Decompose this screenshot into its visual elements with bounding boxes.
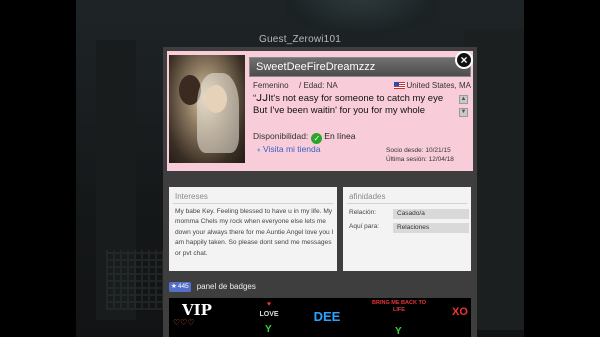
close-icon[interactable]: × xyxy=(455,51,473,69)
us-flag-icon xyxy=(393,82,405,89)
affinities-title: afinidades xyxy=(349,192,386,201)
account-dates: Socio desde: 10/21/15 Última sesión: 12/… xyxy=(386,146,454,164)
badges-strip: VIP ♡♡♡ ♥ LOVE Y DEE BRING ME BACK TO LI… xyxy=(169,298,471,337)
letterbox-right xyxy=(524,0,600,337)
gender-label: Femenino xyxy=(253,81,289,90)
affinities-box: afinidades Relación: Casado/a Aquí para:… xyxy=(343,187,471,271)
badge-count-value: 445 xyxy=(177,283,189,290)
relation-row: Relación: Casado/a xyxy=(349,209,469,219)
letterbox-left xyxy=(0,0,76,337)
badges-header[interactable]: ★445 panel de badges xyxy=(169,282,256,292)
relation-label: Relación: xyxy=(349,209,377,216)
check-circle-icon: ✓ xyxy=(311,133,323,144)
username[interactable]: SweetDeeFireDreamzzz xyxy=(250,58,470,76)
divider xyxy=(347,203,467,204)
interests-text: My babe Key. Feeling blessed to have u i… xyxy=(175,208,334,257)
motto-text: “ᒍᒍIt's not easy for someone to catch my… xyxy=(253,93,457,117)
availability-state: En línea xyxy=(324,131,356,141)
shop-link[interactable]: ♦ Visita mi tienda xyxy=(257,144,320,154)
profile-header: SweetDeeFireDreamzzz Femenino / Edad: NA… xyxy=(167,51,473,171)
badge-count: ★445 xyxy=(169,282,191,292)
username-bar: SweetDeeFireDreamzzz xyxy=(249,57,471,77)
badge-love-text: LOVE xyxy=(259,311,279,318)
scroll-down-icon[interactable]: ▼ xyxy=(459,108,468,117)
motto-line: But I've been waitin' for you for my who… xyxy=(253,105,426,116)
cocktail-icon: Y xyxy=(395,326,402,337)
badge-back-to-life[interactable]: BRING ME BACK TO LIFE Y xyxy=(369,298,429,337)
badge-back-to-life-text: BRING ME BACK TO LIFE xyxy=(372,300,426,313)
motto-line: “ᒍᒍIt's not easy for someone to catch my… xyxy=(253,93,444,104)
motto-scroller: ▲ ▼ xyxy=(459,95,468,121)
heart-icon: ♥ xyxy=(266,301,272,308)
location: United States, MA xyxy=(393,81,471,90)
here-for-row: Aquí para: Relaciones xyxy=(349,223,469,233)
badge-vip[interactable]: VIP ♡♡♡ xyxy=(169,298,225,337)
last-session: Última sesión: 12/04/18 xyxy=(386,156,454,163)
hearts-icon: ♡♡♡ xyxy=(173,317,195,327)
badge-xo[interactable]: XO xyxy=(449,298,471,337)
badge-dee[interactable]: DEE xyxy=(305,298,349,337)
ceiling-lamp xyxy=(286,0,436,34)
badge-dee-text: DEE xyxy=(313,309,341,324)
star-icon: ★ xyxy=(171,283,177,290)
avatar-figure-right xyxy=(205,85,227,113)
badge-love[interactable]: ♥ LOVE Y xyxy=(249,298,289,337)
location-label: United States, MA xyxy=(406,81,471,90)
badges-label: panel de badges xyxy=(196,282,256,291)
badge-xo-text: XO xyxy=(452,306,468,318)
profile-panel: SweetDeeFireDreamzzz Femenino / Edad: NA… xyxy=(163,47,477,337)
relation-value: Casado/a xyxy=(393,209,469,219)
avatar-photo[interactable] xyxy=(169,55,245,163)
guest-nametag: Guest_Zerowi101 xyxy=(259,34,341,45)
cocktail-icon: Y xyxy=(265,324,272,335)
scroll-up-icon[interactable]: ▲ xyxy=(459,95,468,104)
availability-label: Disponibilidad: xyxy=(253,131,309,141)
availability: Disponibilidad: ✓ En línea xyxy=(253,131,356,144)
here-for-value: Relaciones xyxy=(393,223,469,233)
interests-box: Intereses My babe Key. Feeling blessed t… xyxy=(169,187,337,271)
age-label: / Edad: NA xyxy=(299,81,338,90)
divider xyxy=(173,203,333,204)
member-since: Socio desde: 10/21/15 xyxy=(386,147,451,154)
interests-title: Intereses xyxy=(175,192,208,201)
here-for-label: Aquí para: xyxy=(349,223,379,230)
shop-link-label: Visita mi tienda xyxy=(262,144,321,154)
shop-link-icon: ♦ xyxy=(257,147,261,154)
